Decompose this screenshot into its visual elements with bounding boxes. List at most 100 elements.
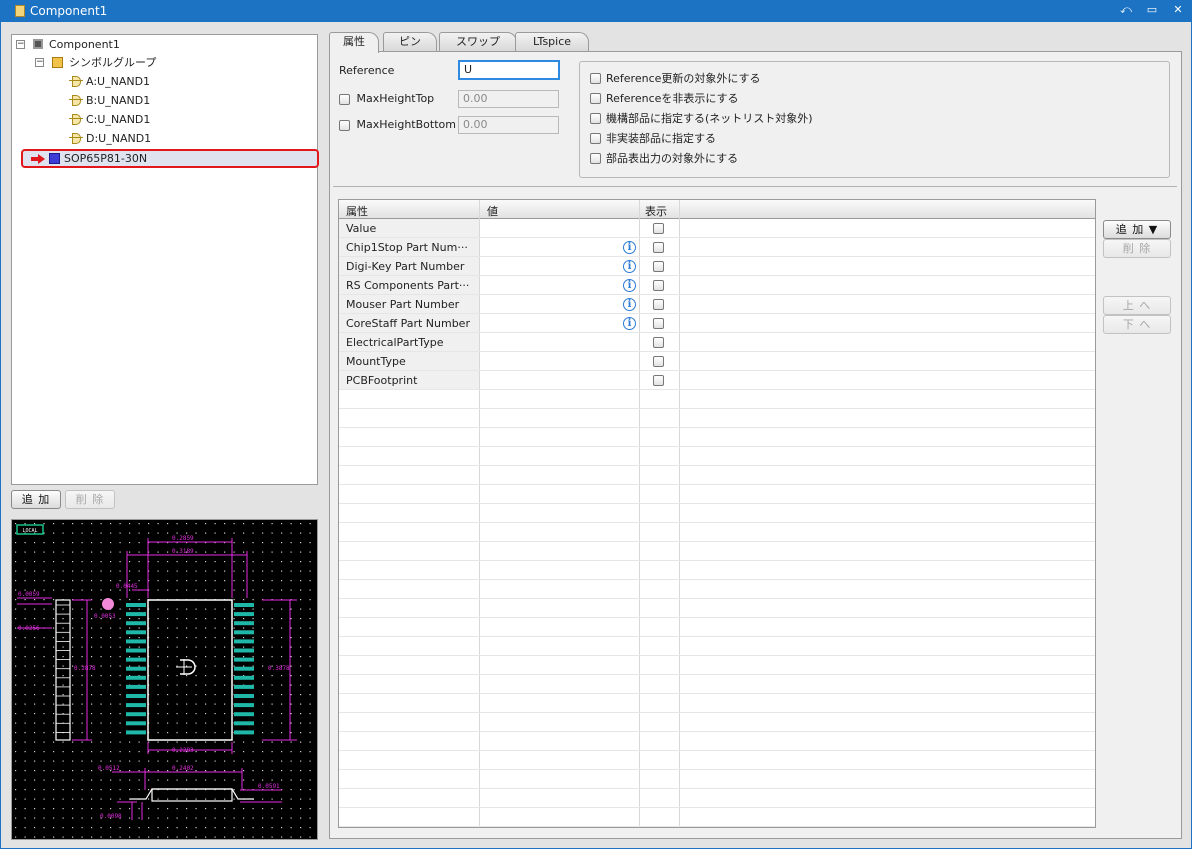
- grid-row-name[interactable]: Mouser Part Number: [339, 295, 479, 314]
- header-value[interactable]: 値: [487, 203, 498, 219]
- option-checkbox[interactable]: [590, 92, 601, 104]
- max-height-bottom-checkbox[interactable]: [339, 119, 350, 131]
- reference-input[interactable]: U: [458, 60, 560, 80]
- tree-symbol-label: C:U_NAND1: [86, 112, 151, 126]
- header-display[interactable]: 表示: [645, 203, 667, 219]
- grid-row-name[interactable]: RS Components Part···: [339, 276, 479, 295]
- info-icon[interactable]: i: [623, 279, 636, 292]
- option-checkbox[interactable]: [590, 152, 601, 164]
- tab-pins[interactable]: ピン: [383, 32, 437, 51]
- tree-root[interactable]: − Component1: [16, 35, 120, 53]
- close-icon[interactable]: ✕: [1172, 3, 1184, 17]
- header-attribute[interactable]: 属性: [346, 203, 368, 219]
- collapse-icon[interactable]: −: [16, 39, 25, 49]
- option-checkbox[interactable]: [590, 112, 601, 124]
- option-row[interactable]: 非実装部品に指定する: [590, 131, 716, 145]
- info-icon[interactable]: i: [623, 298, 636, 311]
- max-height-top-checkbox[interactable]: [339, 93, 350, 105]
- display-checkbox[interactable]: [653, 280, 664, 291]
- footprint-icon: [49, 153, 60, 164]
- max-height-bottom-input[interactable]: 0.00: [458, 116, 559, 134]
- grid-row-name[interactable]: Chip1Stop Part Num···: [339, 238, 479, 257]
- display-checkbox[interactable]: [653, 299, 664, 310]
- footprint-canvas: LOCAL 0.2859 0.3189 0.0445 0.0059 0.0256…: [12, 520, 317, 839]
- pad: [234, 648, 254, 653]
- add-attribute-button[interactable]: 追 加 ▼: [1103, 220, 1171, 239]
- grid-row-name[interactable]: MountType: [339, 352, 479, 371]
- pad: [126, 684, 146, 689]
- info-icon[interactable]: i: [623, 260, 636, 273]
- pad: [234, 639, 254, 644]
- grid-row-name[interactable]: Value: [339, 219, 479, 238]
- option-label: Referenceを非表示にする: [606, 92, 739, 105]
- option-checkbox[interactable]: [590, 132, 601, 144]
- display-checkbox[interactable]: [653, 375, 664, 386]
- pad: [126, 603, 146, 607]
- pad: [234, 612, 254, 617]
- grid-row-name[interactable]: Digi-Key Part Number: [339, 257, 479, 276]
- restore-icon[interactable]: ⤺: [1120, 3, 1132, 17]
- tab-ltspice[interactable]: LTspice: [515, 32, 589, 51]
- pad: [126, 712, 146, 717]
- grid-row-name[interactable]: CoreStaff Part Number: [339, 314, 479, 333]
- display-checkbox[interactable]: [653, 242, 664, 253]
- dim-label: 0.0098: [100, 813, 122, 820]
- tab-properties[interactable]: 属性: [329, 32, 379, 53]
- tree-footprint-selected[interactable]: SOP65P81-30N: [21, 149, 319, 168]
- delete-attribute-button[interactable]: 削 除: [1103, 239, 1171, 258]
- tree-symbol-label: A:U_NAND1: [86, 74, 151, 88]
- nand-gate-icon: [69, 95, 83, 106]
- dim-label: 0.2402: [172, 765, 194, 772]
- maximize-icon[interactable]: ▭: [1146, 3, 1158, 17]
- pad: [234, 712, 254, 717]
- display-checkbox[interactable]: [653, 261, 664, 272]
- option-row[interactable]: Reference更新の対象外にする: [590, 71, 761, 85]
- info-icon[interactable]: i: [623, 241, 636, 254]
- max-height-bottom-row[interactable]: MaxHeightBottom: [339, 118, 456, 131]
- grid-header: 属性 値 表示: [339, 200, 1095, 219]
- app-icon: [15, 5, 25, 17]
- tab-swap[interactable]: スワップ: [439, 32, 517, 51]
- collapse-icon[interactable]: −: [35, 57, 44, 67]
- local-badge-text: LOCAL: [22, 528, 37, 534]
- tree-symbol[interactable]: A:U_NAND1: [69, 72, 150, 90]
- tree-symbol[interactable]: B:U_NAND1: [69, 91, 150, 109]
- grid-row-name[interactable]: ElectricalPartType: [339, 333, 479, 352]
- tree-symbol[interactable]: D:U_NAND1: [69, 129, 151, 147]
- option-row[interactable]: 機構部品に指定する(ネットリスト対象外): [590, 111, 813, 125]
- pad: [126, 621, 146, 626]
- component-icon: [33, 39, 43, 49]
- pad: [126, 639, 146, 644]
- grid-row-name[interactable]: PCBFootprint: [339, 371, 479, 390]
- info-icon[interactable]: i: [623, 317, 636, 330]
- dim-label: 0.3878: [268, 665, 290, 672]
- attribute-grid[interactable]: 属性 値 表示 Value Chip1Stop Part Num··· i Digi-…: [338, 199, 1096, 828]
- tree-group[interactable]: − シンボルグループ: [35, 53, 156, 71]
- display-checkbox[interactable]: [653, 318, 664, 329]
- max-height-top-row[interactable]: MaxHeightTop: [339, 92, 434, 105]
- pad: [234, 603, 254, 607]
- pad: [234, 630, 254, 635]
- nand-gate-icon: [69, 76, 83, 87]
- option-row[interactable]: Referenceを非表示にする: [590, 91, 739, 105]
- option-label: 部品表出力の対象外にする: [606, 152, 739, 165]
- footprint-preview[interactable]: LOCAL 0.2859 0.3189 0.0445 0.0059 0.0256…: [11, 519, 318, 840]
- max-height-top-input[interactable]: 0.00: [458, 90, 559, 108]
- move-down-button[interactable]: 下 へ: [1103, 315, 1171, 334]
- display-checkbox[interactable]: [653, 337, 664, 348]
- option-label: 機構部品に指定する(ネットリスト対象外): [606, 112, 813, 125]
- component-tree[interactable]: − Component1 − シンボルグループ A:U_NAND1 B:U_NA…: [11, 34, 318, 485]
- option-checkbox[interactable]: [590, 72, 601, 84]
- add-button[interactable]: 追 加: [11, 490, 61, 509]
- display-checkbox[interactable]: [653, 223, 664, 234]
- delete-button[interactable]: 削 除: [65, 490, 115, 509]
- move-up-button[interactable]: 上 へ: [1103, 296, 1171, 315]
- pad: [234, 621, 254, 626]
- pad: [126, 630, 146, 635]
- left-pads: [126, 603, 146, 735]
- dim-label: 0.0591: [258, 783, 280, 790]
- display-checkbox[interactable]: [653, 356, 664, 367]
- dim-label: 0.0059: [18, 591, 40, 598]
- option-row[interactable]: 部品表出力の対象外にする: [590, 151, 738, 165]
- tree-symbol[interactable]: C:U_NAND1: [69, 110, 150, 128]
